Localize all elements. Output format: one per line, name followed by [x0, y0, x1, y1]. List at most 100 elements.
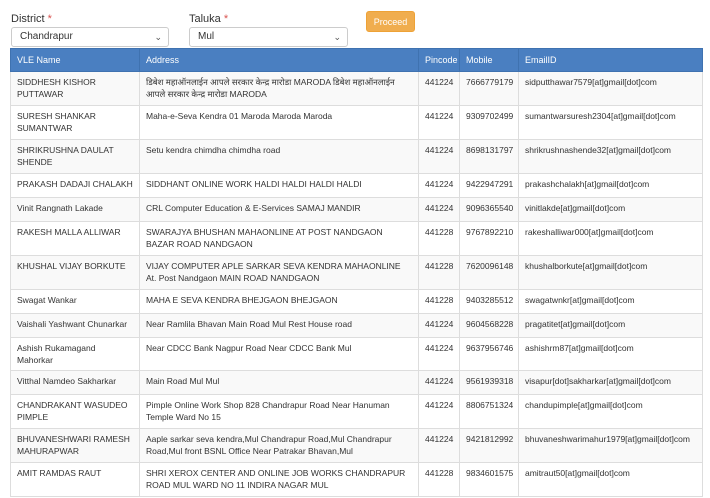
table-cell-vle-name: KHUSHAL VIJAY BORKUTE — [10, 255, 140, 290]
table-cell-address: SWARAJYA BHUSHAN MAHAONLINE AT POST NAND… — [139, 221, 419, 256]
table-cell-vle-name: AMIT RAMDAS RAUT — [10, 462, 140, 497]
table-row: SHRIKRUSHNA DAULAT SHENDE Setu kendra chi… — [10, 139, 703, 174]
table-cell-address: SIDDHANT ONLINE WORK HALDI HALDI HALDI H… — [139, 173, 419, 198]
table-row: PRAKASH DADAJI CHALAKH SIDDHANT ONLINE WO… — [10, 173, 703, 198]
table-cell-pincode: 441224 — [418, 197, 460, 222]
column-header-vle-name: VLE Name — [10, 48, 140, 72]
table-cell-mobile: 9422947291 — [459, 173, 519, 198]
vle-table: VLE Name Address Pincode Mobile EmailID … — [10, 48, 703, 497]
table-cell-email: sumantwarsuresh2304[at]gmail[dot]com — [518, 105, 703, 140]
table-cell-email: visapur[dot]sakharkar[at]gmail[dot]com — [518, 370, 703, 395]
table-row: Ashish Rukamagand Mahorkar Near CDCC Bank… — [10, 337, 703, 371]
table-row: Swagat Wankar MAHA E SEVA KENDRA BHEJGAON… — [10, 289, 703, 314]
column-header-address: Address — [139, 48, 419, 72]
table-cell-email: sidputthawar7579[at]gmail[dot]com — [518, 71, 703, 106]
table-cell-pincode: 441224 — [418, 428, 460, 463]
chevron-down-icon: ⌄ — [333, 32, 341, 42]
table-cell-pincode: 441228 — [418, 289, 460, 314]
table-cell-pincode: 441224 — [418, 139, 460, 174]
table-cell-email: amitraut50[at]gmail[dot]com — [518, 462, 703, 497]
table-header-row: VLE Name Address Pincode Mobile EmailID — [10, 48, 703, 72]
table-cell-email: swagatwnkr[at]gmail[dot]com — [518, 289, 703, 314]
table-row: Vinit Rangnath Lakade CRL Computer Educat… — [10, 197, 703, 222]
table-cell-vle-name: PRAKASH DADAJI CHALAKH — [10, 173, 140, 198]
table-cell-pincode: 441224 — [418, 105, 460, 140]
taluka-select[interactable]: Mul ⌄ — [189, 27, 348, 47]
table-cell-mobile: 9403285512 — [459, 289, 519, 314]
table-cell-pincode: 441228 — [418, 255, 460, 290]
table-cell-mobile: 9604568228 — [459, 313, 519, 338]
table-cell-pincode: 441224 — [418, 313, 460, 338]
table-cell-email: khushalborkute[at]gmail[dot]com — [518, 255, 703, 290]
table-cell-mobile: 9834601575 — [459, 462, 519, 497]
table-cell-vle-name: SHRIKRUSHNA DAULAT SHENDE — [10, 139, 140, 174]
taluka-label: Taluka * — [189, 13, 229, 25]
table-cell-address: SHRI XEROX CENTER AND ONLINE JOB WORKS C… — [139, 462, 419, 497]
table-cell-vle-name: SIDDHESH KISHOR PUTTAWAR — [10, 71, 140, 106]
table-cell-address: Near CDCC Bank Nagpur Road Near CDCC Ban… — [139, 337, 419, 371]
table-cell-pincode: 441224 — [418, 71, 460, 106]
table-cell-email: vinitlakde[at]gmail[dot]com — [518, 197, 703, 222]
required-marker: * — [47, 13, 52, 25]
table-row: SIDDHESH KISHOR PUTTAWAR डिबेश महाऑनलाईन … — [10, 71, 703, 106]
table-cell-mobile: 7666779179 — [459, 71, 519, 106]
table-cell-address: Aaple sarkar seva kendra,Mul Chandrapur … — [139, 428, 419, 463]
table-cell-pincode: 441224 — [418, 394, 460, 429]
table-cell-address: Pimple Online Work Shop 828 Chandrapur R… — [139, 394, 419, 429]
table-cell-address: MAHA E SEVA KENDRA BHEJGAON BHEJGAON — [139, 289, 419, 314]
table-cell-pincode: 441228 — [418, 462, 460, 497]
table-cell-address: Main Road Mul Mul — [139, 370, 419, 395]
table-cell-vle-name: BHUVANESHWARI RAMESH MAHURAPWAR — [10, 428, 140, 463]
table-cell-address: Setu kendra chimdha chimdha road — [139, 139, 419, 174]
table-row: RAKESH MALLA ALLIWAR SWARAJYA BHUSHAN MAH… — [10, 221, 703, 256]
table-cell-vle-name: Vinit Rangnath Lakade — [10, 197, 140, 222]
table-cell-email: bhuvaneshwarimahur1979[at]gmail[dot]com — [518, 428, 703, 463]
table-cell-address: CRL Computer Education & E-Services SAMA… — [139, 197, 419, 222]
table-cell-mobile: 9421812992 — [459, 428, 519, 463]
table-cell-email: ashishrm87[at]gmail[dot]com — [518, 337, 703, 371]
table-cell-vle-name: Ashish Rukamagand Mahorkar — [10, 337, 140, 371]
table-cell-email: prakashchalakh[at]gmail[dot]com — [518, 173, 703, 198]
table-cell-vle-name: CHANDRAKANT WASUDEO PIMPLE — [10, 394, 140, 429]
table-cell-mobile: 8806751324 — [459, 394, 519, 429]
table-cell-pincode: 441224 — [418, 370, 460, 395]
district-select[interactable]: Chandrapur ⌄ — [11, 27, 169, 47]
table-cell-pincode: 441224 — [418, 337, 460, 371]
column-header-pincode: Pincode — [418, 48, 460, 72]
table-cell-address: VIJAY COMPUTER APLE SARKAR SEVA KENDRA M… — [139, 255, 419, 290]
column-header-mobile: Mobile — [459, 48, 519, 72]
table-cell-vle-name: RAKESH MALLA ALLIWAR — [10, 221, 140, 256]
chevron-down-icon: ⌄ — [154, 32, 162, 42]
table-cell-mobile: 9096365540 — [459, 197, 519, 222]
table-cell-pincode: 441228 — [418, 221, 460, 256]
table-row: KHUSHAL VIJAY BORKUTE VIJAY COMPUTER APLE… — [10, 255, 703, 290]
table-cell-mobile: 9309702499 — [459, 105, 519, 140]
table-cell-mobile: 8698131797 — [459, 139, 519, 174]
table-cell-mobile: 9561939318 — [459, 370, 519, 395]
table-cell-email: rakeshalliwar000[at]gmail[dot]com — [518, 221, 703, 256]
table-cell-mobile: 7620096148 — [459, 255, 519, 290]
proceed-button[interactable]: Proceed — [366, 11, 415, 32]
column-header-email: EmailID — [518, 48, 703, 72]
table-cell-address: Maha-e-Seva Kendra 01 Maroda Maroda Maro… — [139, 105, 419, 140]
required-marker: * — [223, 13, 229, 25]
table-cell-email: chandupimple[at]gmail[dot]com — [518, 394, 703, 429]
taluka-select-value: Mul — [198, 31, 215, 42]
table-row: SURESH SHANKAR SUMANTWAR Maha-e-Seva Kend… — [10, 105, 703, 140]
table-cell-email: shrikrushnashende32[at]gmail[dot]com — [518, 139, 703, 174]
district-label: District * — [11, 13, 52, 25]
table-cell-pincode: 441224 — [418, 173, 460, 198]
table-cell-address: डिबेश महाऑनलाईन आपले सरकार केन्द्र मारोड… — [139, 71, 419, 106]
table-cell-address: Near Ramlila Bhavan Main Road Mul Rest H… — [139, 313, 419, 338]
table-cell-vle-name: Vaishali Yashwant Chunarkar — [10, 313, 140, 338]
table-cell-vle-name: Swagat Wankar — [10, 289, 140, 314]
table-cell-mobile: 9637956746 — [459, 337, 519, 371]
table-row: AMIT RAMDAS RAUT SHRI XEROX CENTER AND ON… — [10, 462, 703, 497]
district-select-value: Chandrapur — [20, 31, 73, 42]
table-cell-vle-name: SURESH SHANKAR SUMANTWAR — [10, 105, 140, 140]
table-row: Vitthal Namdeo Sakharkar Main Road Mul Mu… — [10, 370, 703, 395]
table-row: CHANDRAKANT WASUDEO PIMPLE Pimple Online … — [10, 394, 703, 429]
table-cell-email: pragatitet[at]gmail[dot]com — [518, 313, 703, 338]
table-cell-vle-name: Vitthal Namdeo Sakharkar — [10, 370, 140, 395]
table-cell-mobile: 9767892210 — [459, 221, 519, 256]
